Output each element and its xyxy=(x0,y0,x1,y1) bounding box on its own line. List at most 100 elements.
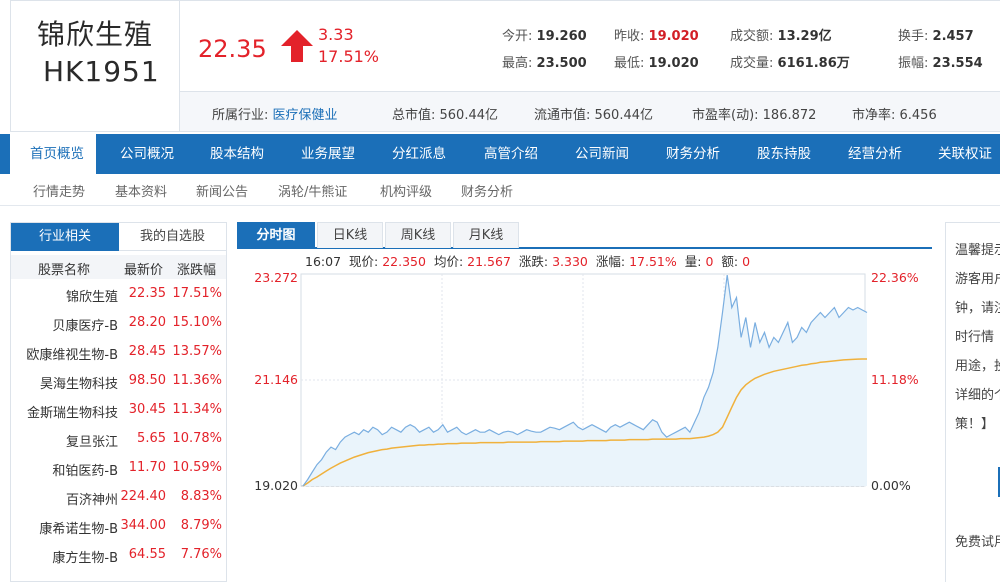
stock-name-cell[interactable]: 锦欣生殖 xyxy=(66,286,118,305)
tab-industry-related[interactable]: 行业相关 xyxy=(11,223,119,251)
chart-avg-label: 均价: xyxy=(434,254,463,269)
related-stocks-header: 股票名称 最新价 涨跌幅 xyxy=(11,255,226,279)
amount-value: 13.29亿 xyxy=(777,29,832,44)
chart-chg-value: 3.330 xyxy=(552,254,588,269)
stock-pct-cell: 17.51% xyxy=(172,286,222,301)
nav-company-news[interactable]: 公司新闻 xyxy=(575,134,629,174)
stock-price-cell: 224.40 xyxy=(120,489,167,504)
nav-executives[interactable]: 高管介绍 xyxy=(484,134,538,174)
subnav-ratings[interactable]: 机构评级 xyxy=(380,181,432,200)
related-stocks-tabs: 行业相关 我的自选股 xyxy=(11,223,226,251)
stock-name-cell[interactable]: 昊海生物科技 xyxy=(40,373,118,392)
notice-line-2: 游客用户 xyxy=(955,272,1000,287)
list-item[interactable]: 康希诺生物-B 344.00 8.79% xyxy=(11,515,226,541)
intraday-chart[interactable]: 16:07 现价: 22.350 均价: 21.567 涨跌: 3.330 涨幅… xyxy=(237,249,932,582)
stock-name-cell[interactable]: 金斯瑞生物科技 xyxy=(27,402,118,421)
stock-pct-cell: 15.10% xyxy=(172,315,222,330)
prev-close-stat: 昨收: 19.020 xyxy=(614,25,699,44)
chart-chg-label: 涨跌: xyxy=(519,254,548,269)
stock-pct-cell: 7.76% xyxy=(180,547,222,562)
chart-tabs: 分时图 日K线 周K线 月K线 xyxy=(237,222,932,249)
column-price: 最新价 xyxy=(124,263,164,278)
amplitude-value: 23.554 xyxy=(932,56,983,71)
chart-vol-label: 量: xyxy=(685,254,702,269)
amount-stat: 成交额: 13.29亿 xyxy=(730,25,832,44)
stock-name-cell[interactable]: 复旦张江 xyxy=(66,431,118,450)
list-item[interactable]: 金斯瑞生物科技 30.45 11.34% xyxy=(11,399,226,425)
nav-share-structure[interactable]: 股本结构 xyxy=(210,134,264,174)
list-item[interactable]: 贝康医疗-B 28.20 15.10% xyxy=(11,312,226,338)
stock-name-cell[interactable]: 欧康维视生物-B xyxy=(26,344,118,363)
free-trial-text[interactable]: 免费试用 xyxy=(955,531,1000,550)
chart-amt-label: 额: xyxy=(721,254,738,269)
stock-pct-cell: 11.36% xyxy=(172,373,222,388)
chart-panel: 分时图 日K线 周K线 月K线 16:07 现价: 22.350 均价: 21.… xyxy=(237,222,932,582)
turnover-label: 换手: xyxy=(898,29,929,44)
subnav-financial-analysis[interactable]: 财务分析 xyxy=(461,181,513,200)
chart-time: 16:07 xyxy=(305,254,341,269)
high-label: 最高: xyxy=(502,56,533,71)
volume-value: 6161.86万 xyxy=(777,56,850,71)
subnav-announcements[interactable]: 新闻公告 xyxy=(196,181,248,200)
stock-name-cell[interactable]: 康方生物-B xyxy=(52,547,118,566)
volume-label: 成交量: xyxy=(730,56,774,71)
price-area-fill xyxy=(303,275,867,486)
chart-avg-value: 21.567 xyxy=(467,254,511,269)
stock-name-cell[interactable]: 贝康医疗-B xyxy=(52,315,118,334)
nav-operations[interactable]: 经营分析 xyxy=(848,134,902,174)
subnav-market-trend[interactable]: 行情走势 xyxy=(33,181,85,200)
open-stat: 今开: 19.260 xyxy=(502,25,587,44)
stock-name-cell[interactable]: 百济神州 xyxy=(66,489,118,508)
nav-dividends[interactable]: 分红派息 xyxy=(392,134,446,174)
nav-overview[interactable]: 首页概览 xyxy=(10,134,96,174)
stock-price-cell: 11.70 xyxy=(128,460,166,475)
open-label: 今开: xyxy=(502,29,533,44)
subnav-warrants-cbbc[interactable]: 涡轮/牛熊证 xyxy=(278,181,347,200)
prev-close-label: 昨收: xyxy=(614,29,645,44)
stock-name: 锦欣生殖 xyxy=(37,18,154,51)
tab-monthly-k[interactable]: 月K线 xyxy=(453,222,519,248)
nav-business-outlook[interactable]: 业务展望 xyxy=(301,134,355,174)
y-tick-left: 19.020 xyxy=(254,478,298,493)
subnav-basic-info[interactable]: 基本资料 xyxy=(115,181,167,200)
stock-name-cell[interactable]: 和铂医药-B xyxy=(52,460,118,479)
y-tick-left: 21.146 xyxy=(254,372,298,387)
list-item[interactable]: 康方生物-B 64.55 7.76% xyxy=(11,544,226,570)
nav-company-profile[interactable]: 公司概况 xyxy=(120,134,174,174)
list-item[interactable]: 欧康维视生物-B 28.45 13.57% xyxy=(11,341,226,367)
tab-my-watchlist[interactable]: 我的自选股 xyxy=(119,223,226,251)
volume-stat: 成交量: 6161.86万 xyxy=(730,52,850,71)
list-item[interactable]: 复旦张江 5.65 10.78% xyxy=(11,428,226,454)
related-stocks-panel: 行业相关 我的自选股 股票名称 最新价 涨跌幅 锦欣生殖 22.35 17.51% 贝… xyxy=(10,222,227,582)
column-name: 股票名称 xyxy=(38,263,91,278)
turnover-value: 2.457 xyxy=(932,29,974,44)
notice-line-4: 时行情 xyxy=(955,330,995,345)
industry-link[interactable]: 医疗保健业 xyxy=(273,108,338,123)
amplitude-stat: 振幅: 23.554 xyxy=(898,52,983,71)
stock-name-cell[interactable]: 康希诺生物-B xyxy=(39,518,118,537)
nav-financial-analysis[interactable]: 财务分析 xyxy=(666,134,720,174)
list-item[interactable]: 昊海生物科技 98.50 11.36% xyxy=(11,370,226,396)
stock-pct-cell: 13.57% xyxy=(172,344,222,359)
chart-pct-value: 17.51% xyxy=(629,254,677,269)
list-item[interactable]: 锦欣生殖 22.35 17.51% xyxy=(11,283,226,309)
chart-amt-value: 0 xyxy=(742,254,750,269)
quote-area: 22.35 3.33 17.51% 今开: 19.260 昨收: 19.020 … xyxy=(180,0,1000,92)
pb-ratio: 市净率: 6.456 xyxy=(852,108,937,123)
list-item[interactable]: 和铂医药-B 11.70 10.59% xyxy=(11,457,226,483)
current-price: 22.35 xyxy=(198,35,267,63)
high-stat: 最高: 23.500 xyxy=(502,52,587,71)
tab-weekly-k[interactable]: 周K线 xyxy=(385,222,451,248)
tab-intraday[interactable]: 分时图 xyxy=(237,222,315,248)
notice-line-5: 用途，投 xyxy=(955,359,1000,374)
float-market-value: 流通市值: 560.44亿 xyxy=(534,108,653,123)
right-notice-panel: 温馨提示 游客用户 钟，请注 时行情 用途，投 详细的个 策！】 免费试用 xyxy=(945,222,1000,582)
stock-price-cell: 64.55 xyxy=(128,547,166,562)
list-item[interactable]: 百济神州 224.40 8.83% xyxy=(11,486,226,512)
nav-shareholders[interactable]: 股东持股 xyxy=(757,134,811,174)
nav-warrants[interactable]: 关联权证 xyxy=(938,134,992,174)
prev-close-value: 19.020 xyxy=(648,29,699,44)
stock-price-cell: 28.20 xyxy=(128,315,166,330)
y-tick-left: 23.272 xyxy=(254,270,298,285)
tab-daily-k[interactable]: 日K线 xyxy=(317,222,383,248)
